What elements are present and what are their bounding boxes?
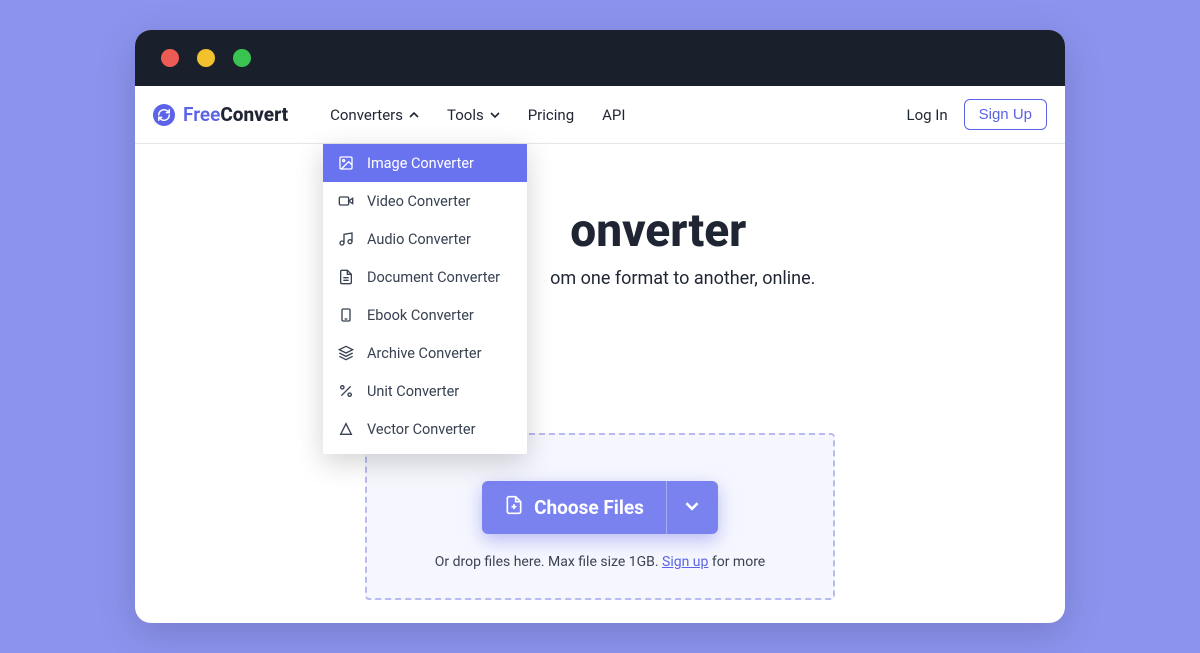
brand-logo[interactable]: FreeConvert — [153, 103, 288, 126]
dropdown-item-label: Audio Converter — [367, 231, 471, 248]
ebook-icon — [337, 306, 355, 324]
hero-title-fragment: onverter — [570, 204, 746, 258]
nav-api-label: API — [602, 106, 625, 124]
converters-dropdown: Image Converter Video Converter Audio Co… — [323, 144, 527, 454]
dropdown-item-label: Image Converter — [367, 155, 474, 172]
nav-converters[interactable]: Converters — [330, 106, 419, 124]
dropdown-item-label: Vector Converter — [367, 421, 476, 438]
hero-title: File Converter — [135, 204, 1065, 258]
drop-zone[interactable]: Choose Files Or drop files here. Max fil… — [365, 433, 835, 600]
drop-hint: Or drop files here. Max file size 1GB. S… — [387, 554, 813, 570]
brand-text-2: Convert — [220, 103, 288, 126]
chevron-down-icon — [490, 110, 500, 120]
dropdown-item-audio-converter[interactable]: Audio Converter — [323, 220, 527, 258]
dropdown-item-label: Archive Converter — [367, 345, 482, 362]
dropdown-item-vector-converter[interactable]: Vector Converter — [323, 410, 527, 448]
unit-icon — [337, 382, 355, 400]
dropdown-item-label: Unit Converter — [367, 383, 459, 400]
choose-files-label: Choose Files — [534, 496, 644, 519]
dropdown-item-label: Ebook Converter — [367, 307, 474, 324]
nav-right: Log In Sign Up — [906, 99, 1047, 130]
dropdown-item-label: Document Converter — [367, 269, 500, 286]
window-titlebar — [135, 30, 1065, 86]
chevron-down-icon — [685, 498, 699, 517]
signup-button[interactable]: Sign Up — [964, 99, 1047, 130]
audio-icon — [337, 230, 355, 248]
dropdown-item-video-converter[interactable]: Video Converter — [323, 182, 527, 220]
dropdown-item-document-converter[interactable]: Document Converter — [323, 258, 527, 296]
vector-icon — [337, 420, 355, 438]
dropdown-item-label: Video Converter — [367, 193, 470, 210]
nav-api[interactable]: API — [602, 106, 625, 124]
main-content: File Converter Easily convert files from… — [135, 144, 1065, 600]
video-icon — [337, 192, 355, 210]
dropdown-item-image-converter[interactable]: Image Converter — [323, 144, 527, 182]
nav-pricing[interactable]: Pricing — [528, 106, 574, 124]
drop-hint-post: for more — [708, 554, 765, 570]
nav-pricing-label: Pricing — [528, 106, 574, 124]
dropdown-item-unit-converter[interactable]: Unit Converter — [323, 372, 527, 410]
hero-subtitle-fragment: om one format to another, online. — [550, 268, 815, 289]
file-add-icon — [504, 495, 524, 520]
window-close-icon[interactable] — [161, 49, 179, 67]
choose-files-button[interactable]: Choose Files — [482, 481, 718, 534]
image-icon — [337, 154, 355, 172]
nav-tools-label: Tools — [447, 106, 484, 124]
nav-links: Converters Tools Pricing API — [330, 106, 625, 124]
drop-hint-pre: Or drop files here. Max file size 1GB. — [435, 554, 662, 570]
nav-tools[interactable]: Tools — [447, 106, 500, 124]
drop-hint-signup-link[interactable]: Sign up — [662, 554, 708, 570]
archive-icon — [337, 344, 355, 362]
choose-files-dropdown-button[interactable] — [666, 481, 718, 534]
chevron-up-icon — [409, 110, 419, 120]
brand-text-1: Free — [183, 103, 220, 126]
window-minimize-icon[interactable] — [197, 49, 215, 67]
navbar: FreeConvert Converters Tools Pricing API — [135, 86, 1065, 144]
document-icon — [337, 268, 355, 286]
choose-files-main[interactable]: Choose Files — [482, 481, 666, 534]
login-link[interactable]: Log In — [906, 106, 947, 124]
window-maximize-icon[interactable] — [233, 49, 251, 67]
dropdown-item-ebook-converter[interactable]: Ebook Converter — [323, 296, 527, 334]
brand-icon — [153, 104, 175, 126]
nav-converters-label: Converters — [330, 106, 403, 124]
hero-subtitle: Easily convert files from one format to … — [135, 268, 1065, 289]
dropdown-item-archive-converter[interactable]: Archive Converter — [323, 334, 527, 372]
app-window: FreeConvert Converters Tools Pricing API — [135, 30, 1065, 623]
